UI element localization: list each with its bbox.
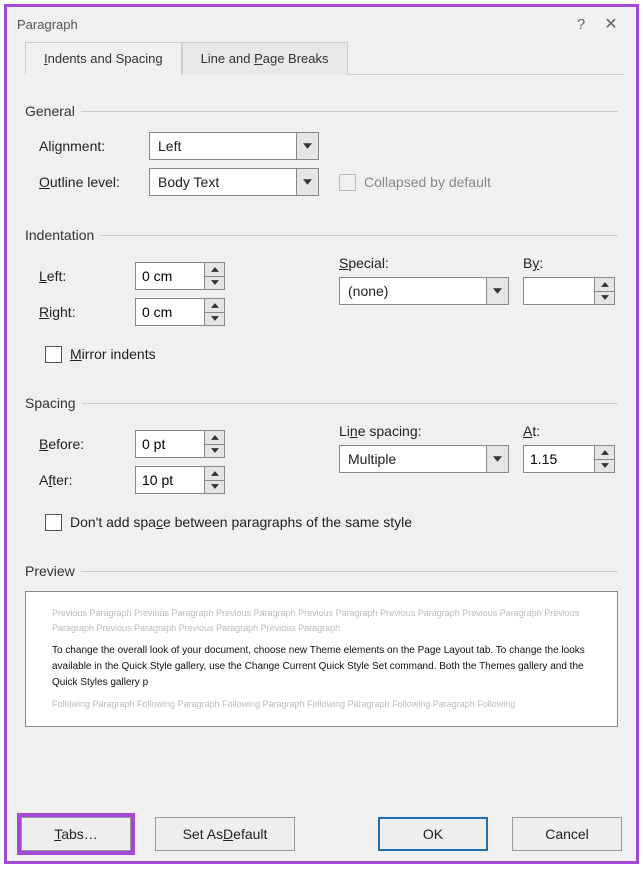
chevron-down-icon — [296, 133, 318, 159]
paragraph-dialog: Paragraph ? ✕ Indents and Spacing Line a… — [4, 4, 639, 864]
section-indentation: Indentation — [25, 227, 618, 243]
preview-sample: To change the overall look of your docum… — [52, 643, 591, 691]
by-spinner[interactable] — [523, 277, 615, 305]
spin-down-icon[interactable] — [205, 481, 224, 494]
at-label: At: — [523, 423, 615, 439]
tabstrip: Indents and Spacing Line and Page Breaks — [25, 41, 624, 75]
outline-label: Outline level: — [39, 174, 149, 190]
tab-line-page-breaks[interactable]: Line and Page Breaks — [182, 42, 348, 75]
alignment-combo[interactable]: Left — [149, 132, 319, 160]
special-label: Special: — [339, 255, 509, 271]
cancel-button[interactable]: Cancel — [512, 817, 622, 851]
spin-up-icon[interactable] — [595, 446, 614, 460]
dialog-title: Paragraph — [17, 17, 566, 32]
chevron-down-icon — [486, 278, 508, 304]
special-combo[interactable]: (none) — [339, 277, 509, 305]
spin-up-icon[interactable] — [205, 299, 224, 313]
chevron-down-icon — [486, 446, 508, 472]
ok-button[interactable]: OK — [378, 817, 488, 851]
spin-down-icon[interactable] — [205, 313, 224, 326]
indent-left-spinner[interactable]: 0 cm — [135, 262, 225, 290]
section-spacing: Spacing — [25, 395, 618, 411]
preview-previous: Previous Paragraph Previous Paragraph Pr… — [52, 606, 591, 637]
outline-combo[interactable]: Body Text — [149, 168, 319, 196]
before-spinner[interactable]: 0 pt — [135, 430, 225, 458]
alignment-label: Alignment: — [39, 138, 149, 154]
linespacing-label: Line spacing: — [339, 423, 509, 439]
spin-up-icon[interactable] — [205, 467, 224, 481]
linespacing-combo[interactable]: Multiple — [339, 445, 509, 473]
dialog-body: General Alignment: Left Outline level: B… — [7, 75, 636, 579]
tab-indents-spacing[interactable]: Indents and Spacing — [25, 42, 182, 75]
chevron-down-icon — [296, 169, 318, 195]
section-preview: Preview — [25, 563, 618, 579]
mirror-indents-checkbox[interactable]: Mirror indents — [45, 346, 156, 363]
help-icon[interactable]: ? — [566, 16, 596, 33]
indent-right-label: Right: — [39, 304, 135, 320]
spin-up-icon[interactable] — [595, 278, 614, 292]
checkbox-icon — [339, 174, 356, 191]
at-spinner[interactable]: 1.15 — [523, 445, 615, 473]
dialog-footer: Tabs… Set As Default OK Cancel — [7, 817, 636, 851]
by-label: By: — [523, 255, 615, 271]
indent-right-spinner[interactable]: 0 cm — [135, 298, 225, 326]
titlebar: Paragraph ? ✕ — [7, 7, 636, 41]
after-spinner[interactable]: 10 pt — [135, 466, 225, 494]
spin-down-icon[interactable] — [205, 277, 224, 290]
after-label: After: — [39, 472, 135, 488]
close-icon[interactable]: ✕ — [596, 14, 626, 34]
no-space-checkbox[interactable]: Don't add space between paragraphs of th… — [45, 514, 412, 531]
spin-down-icon[interactable] — [595, 292, 614, 305]
indent-left-label: Left: — [39, 268, 135, 284]
spin-down-icon[interactable] — [205, 445, 224, 458]
spin-up-icon[interactable] — [205, 431, 224, 445]
before-label: Before: — [39, 436, 135, 452]
collapsed-checkbox: Collapsed by default — [339, 174, 491, 191]
preview-box: Previous Paragraph Previous Paragraph Pr… — [25, 591, 618, 727]
section-general: General — [25, 103, 618, 119]
spin-up-icon[interactable] — [205, 263, 224, 277]
preview-following: Following Paragraph Following Paragraph … — [52, 697, 591, 712]
checkbox-icon — [45, 514, 62, 531]
tabs-button[interactable]: Tabs… — [21, 817, 131, 851]
spin-down-icon[interactable] — [595, 460, 614, 473]
set-default-button[interactable]: Set As Default — [155, 817, 295, 851]
checkbox-icon — [45, 346, 62, 363]
